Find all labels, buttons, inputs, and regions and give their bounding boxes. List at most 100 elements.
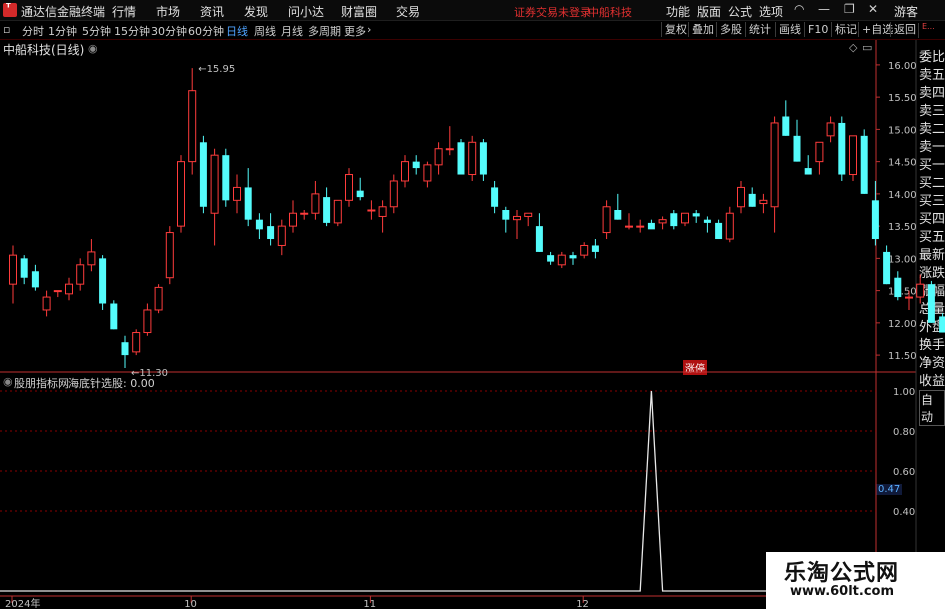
candle-body-down	[267, 226, 275, 240]
candle-body-up	[87, 251, 96, 266]
menu-news[interactable]: 资讯	[200, 3, 224, 20]
menu-market[interactable]: 市场	[156, 3, 180, 20]
candle-body-down	[883, 251, 891, 285]
period-daily[interactable]: 日线	[226, 23, 248, 39]
menu-quotes[interactable]: 行情	[112, 3, 136, 20]
period-multi[interactable]: 多周期	[308, 23, 341, 39]
candle-body-down	[670, 213, 678, 227]
candle-body-down	[20, 258, 28, 278]
period-monthly[interactable]: 月线	[281, 23, 303, 39]
candle-body-up	[468, 141, 477, 176]
dropdown-circle-icon[interactable]: ◉	[88, 42, 98, 55]
candle-body-up	[132, 332, 141, 353]
candle-body-up	[423, 164, 432, 182]
period-more[interactable]: 更多	[344, 23, 366, 39]
period-1min[interactable]: 1分钟	[48, 23, 77, 39]
period-intraday[interactable]: 分时	[22, 23, 44, 39]
period-15min[interactable]: 15分钟	[114, 23, 150, 39]
current-stock-name: 中船科技	[588, 6, 632, 19]
minimize-icon[interactable]: —	[818, 2, 830, 16]
candle-body-up	[759, 199, 768, 205]
indicator-formula-value: 海底针选股: 0.00	[68, 377, 155, 390]
tool-statistics[interactable]: 统计	[745, 22, 774, 37]
headset-icon[interactable]: ◠	[794, 2, 804, 16]
period-5min[interactable]: 5分钟	[82, 23, 111, 39]
menu-options[interactable]: 选项	[759, 3, 783, 20]
candle-body-up	[905, 296, 913, 299]
menu-function[interactable]: 功能	[666, 3, 690, 20]
candle-body-up	[233, 186, 241, 201]
indicator-current-value: 0.47	[876, 484, 903, 495]
y-tick-label: 15.00	[888, 125, 917, 136]
candle-body-up	[9, 254, 17, 285]
x-tick-label: 12	[576, 599, 589, 609]
guest-user[interactable]: 游客	[894, 3, 918, 20]
candle-body-down	[748, 193, 756, 207]
candle-body-up	[815, 141, 824, 163]
watermark-url: www.60lt.com	[790, 584, 895, 599]
menu-layout[interactable]: 版面	[697, 3, 721, 20]
window-icon[interactable]: ▭	[862, 41, 872, 54]
trade-login-status[interactable]: 证券交易未登录	[514, 4, 591, 20]
y-tick-label: 15.50	[888, 93, 917, 104]
candle-body-down	[547, 255, 555, 262]
candle-body-down	[692, 213, 700, 217]
side-item: 买三	[919, 194, 945, 209]
tool-overlay[interactable]: 叠加	[688, 22, 717, 37]
candle-body-down	[793, 135, 801, 162]
main-chart-title: 中船科技(日线)	[3, 43, 85, 57]
candle-body-up	[143, 309, 152, 334]
side-item: 买一	[919, 158, 945, 173]
candle-body-up	[445, 148, 454, 151]
candle-body-up	[188, 90, 197, 163]
indicator-y-label: 1.00	[893, 387, 915, 398]
tool-mark[interactable]: 标记	[831, 22, 860, 37]
period-60min[interactable]: 60分钟	[188, 23, 224, 39]
limit-up-badge: 涨停	[683, 360, 707, 375]
candle-body-down	[356, 190, 364, 198]
tool-back[interactable]: 返回	[890, 22, 919, 37]
period-30min[interactable]: 30分钟	[151, 23, 187, 39]
y-tick-label: 13.00	[888, 254, 917, 265]
candle-body-up	[580, 244, 589, 256]
candle-body-up	[557, 254, 566, 266]
side-item: 卖二	[919, 122, 945, 137]
candle-body-down	[703, 219, 711, 223]
menu-discover[interactable]: 发现	[244, 3, 268, 20]
y-tick-label: 11.50	[888, 351, 917, 362]
candle-body-up	[737, 186, 745, 208]
sidebar-toggle-icon[interactable]: ▫	[3, 23, 10, 36]
candle-body-up	[524, 212, 533, 217]
candle-body-up	[725, 212, 734, 240]
candle-body-up	[333, 199, 342, 224]
candle-body-up	[625, 225, 633, 228]
tool-f10[interactable]: F10	[804, 22, 831, 37]
y-tick-label: 16.00	[888, 61, 917, 72]
tool-multi-stock[interactable]: 多股	[716, 22, 745, 37]
diamond-icon[interactable]: ◇	[849, 41, 857, 54]
side-item: 净资	[919, 356, 945, 371]
candle-body-up	[210, 154, 219, 214]
candle-body-down	[222, 155, 230, 201]
watermark-logo: 乐淘公式网 www.60lt.com	[766, 552, 945, 609]
menu-trade[interactable]: 交易	[396, 3, 420, 20]
candle-body-up	[311, 193, 320, 214]
indicator-toggle-icon[interactable]: ◉	[3, 375, 13, 388]
period-weekly[interactable]: 周线	[254, 23, 276, 39]
side-item: 涨跌	[919, 266, 945, 281]
indicator-y-label: 0.40	[893, 507, 915, 518]
indicator-y-label: 0.80	[893, 427, 915, 438]
menu-formula[interactable]: 公式	[728, 3, 752, 20]
candle-body-down	[110, 303, 118, 330]
menu-assistant[interactable]: 问小达	[288, 3, 324, 20]
close-icon[interactable]: ✕	[868, 2, 878, 16]
auto-button[interactable]: 自动	[919, 390, 945, 426]
candle-body-up	[177, 161, 185, 227]
tool-draw[interactable]: 画线	[775, 22, 804, 37]
candle-body-up	[826, 122, 835, 137]
tool-adjust[interactable]: 复权	[661, 22, 690, 37]
restore-icon[interactable]: ❐	[844, 2, 855, 16]
menu-wealth[interactable]: 财富圈	[341, 3, 377, 20]
chevron-right-icon[interactable]: ›	[367, 23, 371, 36]
candle-body-down	[569, 255, 577, 259]
